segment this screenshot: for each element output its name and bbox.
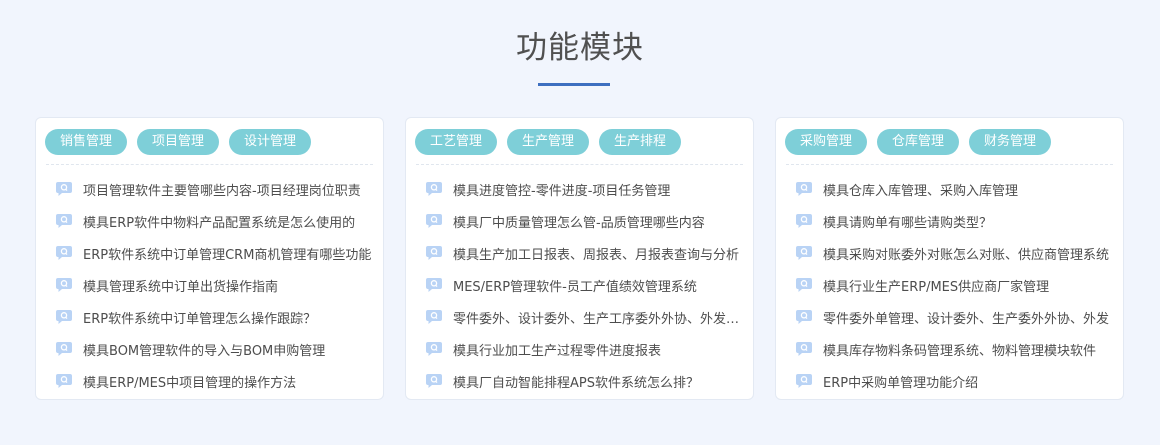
item-link[interactable]: 模具管理系统中订单出货操作指南 bbox=[83, 276, 278, 295]
list-item[interactable]: 模具ERP/MES中项目管理的操作方法 bbox=[55, 365, 375, 397]
module-tabs: 工艺管理 生产管理 生产排程 bbox=[415, 129, 691, 155]
module-card-1: 销售管理 项目管理 设计管理 项目管理软件主要管哪些内容-项目经理岗位职责 模具… bbox=[35, 117, 384, 400]
question-bubble-icon bbox=[426, 278, 442, 292]
article-list: 模具进度管控-零件进度-项目任务管理 模具厂中质量管理怎么管-品质管理哪些内容 … bbox=[425, 173, 745, 397]
question-bubble-icon bbox=[56, 374, 72, 388]
tab-project[interactable]: 项目管理 bbox=[137, 129, 220, 155]
question-bubble-icon bbox=[56, 214, 72, 228]
title-underline bbox=[538, 83, 610, 86]
question-bubble-icon bbox=[796, 374, 812, 388]
tab-process[interactable]: 工艺管理 bbox=[415, 129, 498, 155]
tab-production[interactable]: 生产管理 bbox=[507, 129, 590, 155]
tab-finance[interactable]: 财务管理 bbox=[969, 129, 1052, 155]
list-item[interactable]: 项目管理软件主要管哪些内容-项目经理岗位职责 bbox=[55, 173, 375, 205]
question-bubble-icon bbox=[56, 342, 72, 356]
list-item[interactable]: MES/ERP管理软件-员工产值绩效管理系统 bbox=[425, 269, 745, 301]
card-divider bbox=[416, 164, 743, 165]
list-item[interactable]: 模具库存物料条码管理系统、物料管理模块软件 bbox=[795, 333, 1115, 365]
item-link[interactable]: 模具BOM管理软件的导入与BOM申购管理 bbox=[83, 340, 325, 359]
list-item[interactable]: ERP中采购单管理功能介绍 bbox=[795, 365, 1115, 397]
item-link[interactable]: 模具厂中质量管理怎么管-品质管理哪些内容 bbox=[453, 212, 705, 231]
item-link[interactable]: 零件委外单管理、设计委外、生产委外外协、外发 bbox=[823, 308, 1109, 327]
question-bubble-icon bbox=[796, 310, 812, 324]
list-item[interactable]: 零件委外、设计委外、生产工序委外外协、外发加工 bbox=[425, 301, 745, 333]
item-link[interactable]: 模具行业加工生产过程零件进度报表 bbox=[453, 340, 661, 359]
item-link[interactable]: MES/ERP管理软件-员工产值绩效管理系统 bbox=[453, 276, 697, 295]
module-card-2: 工艺管理 生产管理 生产排程 模具进度管控-零件进度-项目任务管理 模具厂中质量… bbox=[405, 117, 754, 400]
question-bubble-icon bbox=[426, 246, 442, 260]
item-link[interactable]: 模具采购对账委外对账怎么对账、供应商管理系统 bbox=[823, 244, 1109, 263]
item-link[interactable]: 模具ERP软件中物料产品配置系统是怎么使用的 bbox=[83, 212, 355, 231]
tab-purchasing[interactable]: 采购管理 bbox=[785, 129, 868, 155]
module-tabs: 销售管理 项目管理 设计管理 bbox=[45, 129, 321, 155]
article-list: 项目管理软件主要管哪些内容-项目经理岗位职责 模具ERP软件中物料产品配置系统是… bbox=[55, 173, 375, 397]
question-bubble-icon bbox=[426, 342, 442, 356]
tab-sales[interactable]: 销售管理 bbox=[45, 129, 128, 155]
tab-scheduling[interactable]: 生产排程 bbox=[599, 129, 682, 155]
list-item[interactable]: 模具厂中质量管理怎么管-品质管理哪些内容 bbox=[425, 205, 745, 237]
item-link[interactable]: ERP中采购单管理功能介绍 bbox=[823, 372, 978, 391]
list-item[interactable]: ERP软件系统中订单管理CRM商机管理有哪些功能 bbox=[55, 237, 375, 269]
question-bubble-icon bbox=[796, 182, 812, 196]
list-item[interactable]: 模具请购单有哪些请购类型？ bbox=[795, 205, 1115, 237]
item-link[interactable]: 模具厂自动智能排程APS软件系统怎么排？ bbox=[453, 372, 699, 391]
question-bubble-icon bbox=[56, 310, 72, 324]
module-tabs: 采购管理 仓库管理 财务管理 bbox=[785, 129, 1061, 155]
list-item[interactable]: ERP软件系统中订单管理怎么操作跟踪？ bbox=[55, 301, 375, 333]
item-link[interactable]: 模具请购单有哪些请购类型？ bbox=[823, 212, 992, 231]
question-bubble-icon bbox=[796, 214, 812, 228]
item-link[interactable]: 模具进度管控-零件进度-项目任务管理 bbox=[453, 180, 670, 199]
question-bubble-icon bbox=[796, 246, 812, 260]
section-title: 功能模块 bbox=[516, 30, 644, 66]
list-item[interactable]: 模具行业生产ERP/MES供应商厂家管理 bbox=[795, 269, 1115, 301]
list-item[interactable]: 模具进度管控-零件进度-项目任务管理 bbox=[425, 173, 745, 205]
item-link[interactable]: ERP软件系统中订单管理CRM商机管理有哪些功能 bbox=[83, 244, 371, 263]
list-item[interactable]: 模具采购对账委外对账怎么对账、供应商管理系统 bbox=[795, 237, 1115, 269]
list-item[interactable]: 零件委外单管理、设计委外、生产委外外协、外发 bbox=[795, 301, 1115, 333]
question-bubble-icon bbox=[426, 374, 442, 388]
tab-design[interactable]: 设计管理 bbox=[229, 129, 312, 155]
question-bubble-icon bbox=[56, 246, 72, 260]
item-link[interactable]: 零件委外、设计委外、生产工序委外外协、外发加工 bbox=[453, 308, 745, 327]
item-link[interactable]: 模具生产加工日报表、周报表、月报表查询与分析 bbox=[453, 244, 739, 263]
list-item[interactable]: 模具ERP软件中物料产品配置系统是怎么使用的 bbox=[55, 205, 375, 237]
card-divider bbox=[46, 164, 373, 165]
card-divider bbox=[786, 164, 1113, 165]
item-link[interactable]: 模具仓库入库管理、采购入库管理 bbox=[823, 180, 1018, 199]
item-link[interactable]: ERP软件系统中订单管理怎么操作跟踪？ bbox=[83, 308, 316, 327]
list-item[interactable]: 模具仓库入库管理、采购入库管理 bbox=[795, 173, 1115, 205]
question-bubble-icon bbox=[56, 278, 72, 292]
item-link[interactable]: 模具行业生产ERP/MES供应商厂家管理 bbox=[823, 276, 1049, 295]
module-card-3: 采购管理 仓库管理 财务管理 模具仓库入库管理、采购入库管理 模具请购单有哪些请… bbox=[775, 117, 1124, 400]
list-item[interactable]: 模具生产加工日报表、周报表、月报表查询与分析 bbox=[425, 237, 745, 269]
question-bubble-icon bbox=[796, 342, 812, 356]
question-bubble-icon bbox=[426, 310, 442, 324]
question-bubble-icon bbox=[426, 214, 442, 228]
item-link[interactable]: 模具ERP/MES中项目管理的操作方法 bbox=[83, 372, 296, 391]
question-bubble-icon bbox=[426, 182, 442, 196]
list-item[interactable]: 模具行业加工生产过程零件进度报表 bbox=[425, 333, 745, 365]
question-bubble-icon bbox=[56, 182, 72, 196]
list-item[interactable]: 模具管理系统中订单出货操作指南 bbox=[55, 269, 375, 301]
question-bubble-icon bbox=[796, 278, 812, 292]
list-item[interactable]: 模具BOM管理软件的导入与BOM申购管理 bbox=[55, 333, 375, 365]
tab-warehouse[interactable]: 仓库管理 bbox=[877, 129, 960, 155]
article-list: 模具仓库入库管理、采购入库管理 模具请购单有哪些请购类型？ 模具采购对账委外对账… bbox=[795, 173, 1115, 397]
item-link[interactable]: 项目管理软件主要管哪些内容-项目经理岗位职责 bbox=[83, 180, 361, 199]
list-item[interactable]: 模具厂自动智能排程APS软件系统怎么排？ bbox=[425, 365, 745, 397]
item-link[interactable]: 模具库存物料条码管理系统、物料管理模块软件 bbox=[823, 340, 1096, 359]
